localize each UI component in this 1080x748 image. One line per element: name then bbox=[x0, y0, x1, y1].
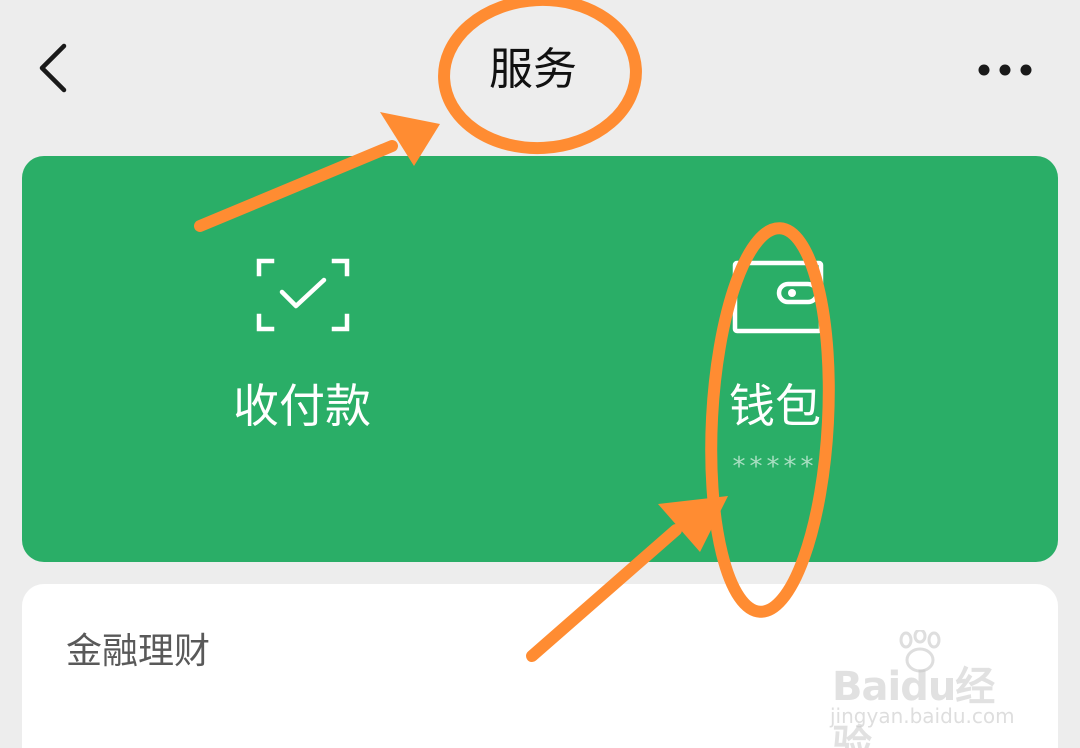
scan-check-icon bbox=[256, 258, 350, 332]
wallet-balance-masked: ***** bbox=[732, 452, 818, 482]
more-button[interactable] bbox=[968, 48, 1044, 92]
wallet-icon bbox=[732, 260, 824, 334]
finance-card: 金融理财 bbox=[22, 584, 1058, 748]
more-horizontal-icon bbox=[978, 64, 1032, 76]
services-card: 收付款 钱包 ***** bbox=[22, 156, 1058, 562]
payment-label: 收付款 bbox=[233, 379, 371, 433]
services-page: 服务 收付款 钱包 ***** 金融理财 Baidu经验 jingyan.bai… bbox=[0, 0, 1080, 748]
page-title: 服务 bbox=[489, 44, 577, 95]
finance-section-title: 金融理财 bbox=[66, 631, 211, 672]
payment-button[interactable]: 收付款 bbox=[22, 156, 540, 562]
wallet-label: 钱包 bbox=[729, 379, 821, 433]
wallet-button[interactable]: 钱包 ***** bbox=[540, 156, 1058, 562]
